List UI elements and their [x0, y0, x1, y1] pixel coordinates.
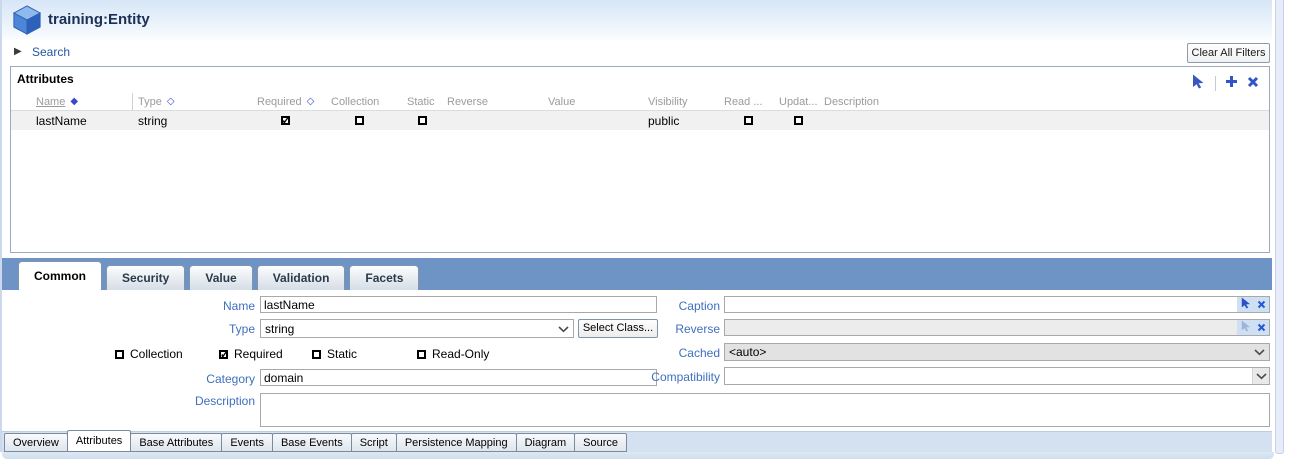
document-tab-strip: Overview Attributes Base Attributes Even… [2, 431, 1272, 452]
select-arrow-icon[interactable] [1241, 297, 1252, 312]
tab-diagram[interactable]: Diagram [516, 433, 576, 452]
cell-static [397, 116, 447, 125]
detail-tab-band: Common Security Value Validation Facets [2, 258, 1272, 290]
tab-attributes[interactable]: Attributes [67, 430, 131, 452]
reverse-label: Reverse [602, 322, 720, 336]
tab-events[interactable]: Events [221, 433, 273, 452]
select-arrow-icon [1241, 320, 1252, 335]
window-bottom-frame [2, 452, 1274, 459]
required-checkbox[interactable] [281, 116, 290, 125]
compatibility-label: Compatibility [602, 370, 720, 384]
tab-validation[interactable]: Validation [257, 265, 346, 290]
cell-required [249, 116, 321, 125]
column-header-collection[interactable]: Collection [321, 93, 397, 110]
cell-collection [321, 116, 397, 125]
clear-icon[interactable] [1257, 321, 1266, 335]
delete-attribute-icon[interactable] [1247, 76, 1259, 91]
name-label: Name [62, 299, 255, 313]
column-header-type[interactable]: Type ◇ [133, 93, 249, 110]
toolbar-separator [1215, 76, 1216, 91]
cached-label: Cached [602, 346, 720, 360]
collapsed-side-panel[interactable] [1275, 0, 1284, 454]
static-flag-checkbox[interactable] [312, 350, 321, 359]
clear-all-filters-button[interactable]: Clear All Filters [1187, 43, 1270, 63]
tab-common[interactable]: Common [18, 261, 102, 290]
attribute-row[interactable]: lastName string public [11, 111, 1269, 130]
read-only-flag-checkbox[interactable] [417, 350, 426, 359]
tab-script[interactable]: Script [351, 433, 397, 452]
description-textarea[interactable] [260, 393, 1270, 427]
filter-diamond-icon: ◇ [307, 96, 315, 107]
column-header-required[interactable]: Required ◇ [249, 93, 321, 110]
read-only-flag[interactable]: Read-Only [417, 347, 489, 361]
entity-editor-window: training:Entity ▶ Search Clear All Filte… [0, 0, 1272, 452]
cell-name: lastName [36, 114, 133, 128]
name-input[interactable] [260, 296, 657, 313]
search-expander-icon[interactable]: ▶ [14, 46, 22, 57]
static-flag[interactable]: Static [312, 347, 357, 361]
chevron-down-icon [558, 322, 569, 336]
column-header-reverse[interactable]: Reverse [447, 93, 546, 110]
clear-icon[interactable] [1257, 298, 1266, 312]
read-only-checkbox[interactable] [744, 116, 753, 125]
column-header-updatable[interactable]: Updat... [772, 93, 824, 110]
tab-base-events[interactable]: Base Events [272, 433, 352, 452]
entity-cube-icon [12, 5, 42, 39]
attributes-table-header: Name ◆ Type ◇ Required ◇ Collection Stat… [11, 93, 1269, 111]
attributes-panel-title: Attributes [17, 72, 74, 86]
updatable-checkbox[interactable] [794, 116, 803, 125]
collection-flag[interactable]: Collection [115, 347, 183, 361]
tab-value[interactable]: Value [189, 265, 252, 290]
tab-persistence-mapping[interactable]: Persistence Mapping [396, 433, 517, 452]
tab-overview[interactable]: Overview [4, 433, 68, 452]
filter-diamond-icon: ◇ [167, 96, 175, 107]
search-toggle[interactable]: Search [32, 45, 70, 59]
collection-checkbox[interactable] [355, 116, 364, 125]
required-flag-checkbox[interactable] [219, 350, 228, 359]
common-tab-content: Name Type string Select Class... Collect… [2, 290, 1272, 431]
attributes-toolbar [1192, 74, 1259, 92]
type-label: Type [62, 322, 255, 336]
caption-label: Caption [602, 299, 720, 313]
cell-read-only [724, 116, 772, 125]
title-bar: training:Entity [2, 0, 1272, 40]
caption-icon-pad [1237, 297, 1269, 312]
add-attribute-icon[interactable] [1225, 75, 1238, 91]
column-header-visibility[interactable]: Visibility [648, 93, 724, 110]
column-header-read[interactable]: Read ... [724, 93, 772, 110]
static-checkbox[interactable] [418, 116, 427, 125]
tab-source[interactable]: Source [574, 433, 627, 452]
column-header-value[interactable]: Value [546, 93, 648, 110]
compatibility-combobox[interactable] [724, 367, 1270, 385]
sort-diamond-icon: ◆ [70, 96, 78, 107]
category-input[interactable] [260, 369, 657, 386]
tab-security[interactable]: Security [106, 265, 185, 290]
select-arrow-icon[interactable] [1192, 74, 1206, 92]
cell-updatable [772, 116, 824, 125]
tab-facets[interactable]: Facets [349, 265, 419, 290]
cell-visibility: public [648, 114, 724, 128]
reverse-input [724, 319, 1270, 336]
column-header-name[interactable]: Name ◆ [36, 93, 133, 110]
attributes-panel: Attributes Name ◆ [10, 66, 1270, 253]
tab-base-attributes[interactable]: Base Attributes [130, 433, 222, 452]
entity-editor-screen: training:Entity ▶ Search Clear All Filte… [0, 0, 1294, 460]
column-header-static[interactable]: Static [397, 93, 447, 110]
category-label: Category [62, 372, 255, 386]
column-header-description[interactable]: Description [824, 93, 1269, 110]
combo-dropdown-button[interactable] [1252, 368, 1269, 384]
chevron-down-icon [1254, 345, 1265, 359]
type-combobox[interactable]: string [260, 319, 574, 338]
cell-type: string [133, 114, 249, 128]
description-label: Description [62, 394, 255, 408]
cached-combobox[interactable]: <auto> [724, 343, 1270, 361]
header-gutter [11, 93, 36, 110]
caption-input[interactable] [724, 296, 1270, 313]
reverse-icon-pad [1237, 320, 1269, 335]
page-title: training:Entity [48, 11, 150, 28]
collection-flag-checkbox[interactable] [115, 350, 124, 359]
required-flag[interactable]: Required [219, 347, 283, 361]
